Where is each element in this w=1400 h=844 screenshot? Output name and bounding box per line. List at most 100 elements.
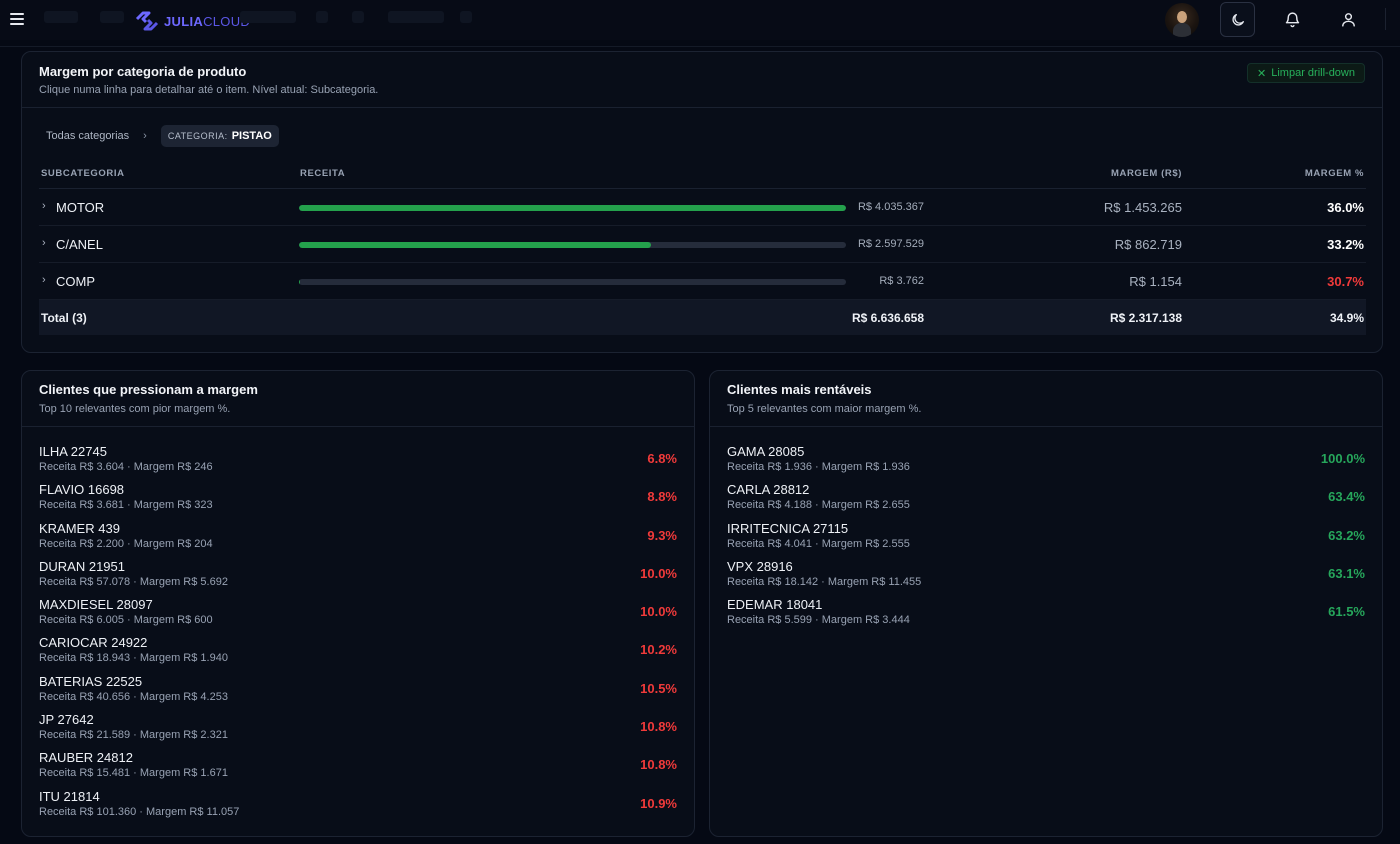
- client-name: DURAN 21951: [39, 558, 125, 574]
- table-row[interactable]: › MOTOR R$ 4.035.367 R$ 1.453.265 36.0%: [39, 189, 1366, 226]
- placeholder-block: [316, 11, 328, 23]
- breadcrumb: Todas categorias › CATEGORIA: PISTAO: [46, 125, 279, 147]
- margin-pct-value: 33.2%: [1327, 237, 1364, 252]
- list-item[interactable]: KRAMER 439 Receita R$ 2.200 · Margem R$ 2…: [39, 521, 677, 559]
- table-row[interactable]: › COMP R$ 3.762 R$ 1.154 30.7%: [39, 263, 1366, 300]
- card-subtitle: Clique numa linha para detalhar até o it…: [39, 84, 379, 96]
- client-margin-pct: 10.8%: [640, 757, 677, 773]
- client-margin-pct: 10.0%: [640, 604, 677, 620]
- list-item[interactable]: CARIOCAR 24922 Receita R$ 18.943 · Margem…: [39, 635, 677, 673]
- breadcrumb-root-link[interactable]: Todas categorias: [46, 130, 129, 142]
- hamburger-icon[interactable]: [10, 13, 24, 25]
- list-item[interactable]: ILHA 22745 Receita R$ 3.604 · Margem R$ 2…: [39, 444, 677, 482]
- margin-value: R$ 1.154: [1129, 274, 1182, 289]
- client-name: GAMA 28085: [727, 444, 805, 459]
- user-menu-button[interactable]: [1331, 2, 1366, 37]
- card-subtitle: Top 5 relevantes com maior margem %.: [727, 403, 922, 415]
- list-item[interactable]: EDEMAR 18041 Receita R$ 5.599 · Margem R$…: [727, 597, 1365, 635]
- avatar[interactable]: [1165, 3, 1199, 37]
- header-subcategory[interactable]: SUBCATEGORIA: [41, 168, 125, 179]
- placeholder-block: [44, 11, 78, 23]
- table-row[interactable]: › C/ANEL R$ 2.597.529 R$ 862.719 33.2%: [39, 226, 1366, 263]
- revenue-bar: [299, 242, 846, 248]
- placeholder-block: [388, 11, 444, 23]
- logo-text: JULIACLOUD: [164, 13, 251, 29]
- subcategory-name: C/ANEL: [56, 237, 103, 252]
- list-item[interactable]: ITU 21814 Receita R$ 101.360 · Margem R$ …: [39, 789, 677, 827]
- revenue-bar: [299, 279, 846, 285]
- card-title: Clientes que pressionam a margem: [39, 382, 258, 397]
- client-name: CARLA 28812: [727, 482, 810, 498]
- top-bar: JULIACLOUD: [0, 0, 1400, 40]
- chevron-right-icon: ›: [42, 274, 46, 286]
- table-header: SUBCATEGORIA RECEITA MARGEM (R$) MARGEM …: [39, 162, 1366, 189]
- card-subtitle: Top 10 relevantes com pior margem %.: [39, 403, 231, 415]
- list-item[interactable]: IRRITECNICA 27115 Receita R$ 4.041 · Marg…: [727, 521, 1365, 559]
- client-name: RAUBER 24812: [39, 750, 133, 766]
- margin-value: R$ 1.453.265: [1103, 200, 1182, 215]
- client-detail: Receita R$ 1.936 · Margem R$ 1.936: [727, 461, 910, 473]
- list-item[interactable]: JP 27642 Receita R$ 21.589 · Margem R$ 2.…: [39, 712, 677, 750]
- client-margin-pct: 6.8%: [647, 451, 677, 466]
- list-item[interactable]: DURAN 21951 Receita R$ 57.078 · Margem R$…: [39, 559, 677, 597]
- list-item[interactable]: MAXDIESEL 28097 Receita R$ 6.005 · Margem…: [39, 597, 677, 635]
- client-detail: Receita R$ 4.188 · Margem R$ 2.655: [727, 499, 910, 512]
- pressure-clients-list: ILHA 22745 Receita R$ 3.604 · Margem R$ 2…: [39, 444, 677, 827]
- revenue-bar-fill: [299, 242, 652, 248]
- notifications-button[interactable]: [1275, 2, 1310, 37]
- client-margin-pct: 63.1%: [1328, 565, 1365, 581]
- placeholder-block: [460, 11, 472, 23]
- table-total-row: Total (3) R$ 6.636.658 R$ 2.317.138 34.9…: [39, 300, 1366, 335]
- card-divider: [22, 426, 694, 427]
- client-detail: Receita R$ 101.360 · Margem R$ 11.057: [39, 805, 240, 818]
- moon-icon: [1231, 13, 1244, 26]
- client-margin-pct: 63.2%: [1328, 527, 1365, 543]
- chevron-right-icon: ›: [42, 200, 46, 212]
- margin-value: R$ 862.719: [1114, 237, 1182, 252]
- client-detail: Receita R$ 18.142 · Margem R$ 11.455: [727, 575, 922, 588]
- total-margin: R$ 2.317.138: [1109, 311, 1182, 325]
- card-title: Clientes mais rentáveis: [727, 382, 872, 397]
- list-item[interactable]: VPX 28916 Receita R$ 18.142 · Margem R$ 1…: [727, 559, 1365, 597]
- list-item[interactable]: RAUBER 24812 Receita R$ 15.481 · Margem R…: [39, 750, 677, 788]
- client-detail: Receita R$ 21.589 · Margem R$ 2.321: [39, 729, 228, 742]
- client-margin-pct: 61.5%: [1328, 604, 1365, 620]
- client-name: VPX 28916: [727, 558, 793, 574]
- subcategory-table: SUBCATEGORIA RECEITA MARGEM (R$) MARGEM …: [39, 162, 1366, 335]
- chevron-right-icon: ›: [42, 237, 46, 249]
- client-margin-pct: 63.4%: [1328, 489, 1365, 505]
- card-divider: [710, 426, 1382, 427]
- revenue-bar-fill: [299, 279, 300, 285]
- theme-toggle-button[interactable]: [1220, 2, 1255, 37]
- list-item[interactable]: GAMA 28085 Receita R$ 1.936 · Margem R$ 1…: [727, 444, 1365, 482]
- card-divider: [22, 107, 1382, 108]
- client-margin-pct: 10.9%: [640, 795, 677, 811]
- client-name: ITU 21814: [39, 788, 100, 804]
- list-item[interactable]: CARLA 28812 Receita R$ 4.188 · Margem R$ …: [727, 482, 1365, 520]
- client-name: CARIOCAR 24922: [39, 635, 148, 651]
- total-revenue: R$ 6.636.658: [851, 311, 924, 325]
- client-margin-pct: 9.3%: [647, 527, 677, 543]
- client-name: ILHA 22745: [39, 444, 107, 459]
- revenue-bar-fill: [299, 205, 846, 211]
- header-revenue[interactable]: RECEITA: [300, 168, 345, 179]
- client-name: BATERIAS 22525: [39, 673, 143, 689]
- client-detail: Receita R$ 5.599 · Margem R$ 3.444: [727, 614, 910, 627]
- app-logo[interactable]: JULIACLOUD: [134, 11, 250, 31]
- topbar-divider: [0, 46, 1400, 47]
- client-name: MAXDIESEL 28097: [39, 597, 153, 613]
- list-item[interactable]: BATERIAS 22525 Receita R$ 40.656 · Margem…: [39, 674, 677, 712]
- client-margin-pct: 10.0%: [640, 565, 677, 581]
- profitable-clients-card: Clientes mais rentáveis Top 5 relevantes…: [709, 370, 1383, 837]
- client-detail: Receita R$ 3.681 · Margem R$ 323: [39, 499, 213, 512]
- list-item[interactable]: FLAVIO 16698 Receita R$ 3.681 · Margem R$…: [39, 482, 677, 520]
- header-margin-pct[interactable]: MARGEM %: [1305, 168, 1364, 179]
- subcategory-name: MOTOR: [56, 200, 105, 215]
- revenue-value: R$ 3.762: [879, 275, 924, 287]
- client-detail: Receita R$ 4.041 · Margem R$ 2.555: [727, 537, 910, 550]
- breadcrumb-category-chip[interactable]: CATEGORIA: PISTAO: [160, 125, 279, 147]
- client-name: EDEMAR 18041: [727, 597, 823, 613]
- header-margin[interactable]: MARGEM (R$): [1111, 168, 1182, 179]
- clear-drilldown-button[interactable]: ✕ Limpar drill-down: [1247, 63, 1365, 83]
- pressure-clients-card: Clientes que pressionam a margem Top 10 …: [21, 370, 695, 837]
